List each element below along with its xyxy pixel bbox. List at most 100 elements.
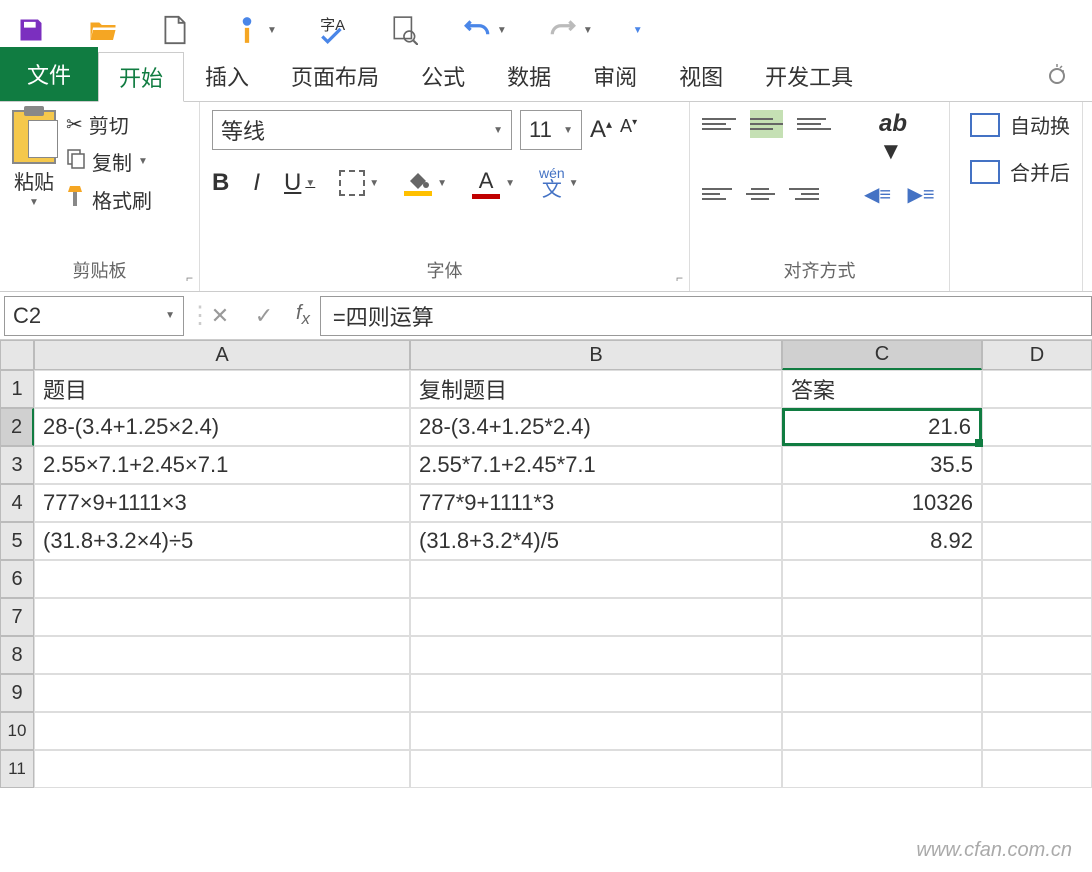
cell[interactable] [410, 636, 782, 674]
tell-me-button[interactable] [1026, 53, 1092, 101]
tab-layout[interactable]: 页面布局 [270, 51, 400, 101]
wrap-text-button[interactable]: 自动换 [970, 110, 1070, 139]
spellcheck-button[interactable]: 字A [317, 14, 349, 46]
orientation-button[interactable]: ab ▼ [879, 110, 937, 166]
copy-button[interactable]: 复制 ▼ [66, 147, 152, 176]
cell[interactable] [982, 522, 1092, 560]
cell[interactable]: 2.55*7.1+2.45*7.1 [410, 446, 782, 484]
cell[interactable]: (31.8+3.2*4)/5 [410, 522, 782, 560]
fx-icon[interactable]: fx [286, 302, 320, 329]
cell[interactable] [782, 560, 982, 598]
print-preview-button[interactable] [389, 14, 421, 46]
italic-button[interactable]: I [253, 169, 260, 197]
cancel-formula-button[interactable]: ✕ [198, 303, 242, 329]
align-left-button[interactable] [702, 180, 732, 208]
tab-home[interactable]: 开始 [98, 52, 184, 102]
cell[interactable] [982, 750, 1092, 788]
cell[interactable] [782, 674, 982, 712]
row-header[interactable]: 6 [0, 560, 34, 598]
cell[interactable] [782, 598, 982, 636]
cell[interactable] [34, 636, 410, 674]
decrease-font-button[interactable]: A▾ [620, 116, 637, 144]
dialog-launcher-icon[interactable]: ⌐ [186, 271, 193, 285]
tab-review[interactable]: 审阅 [572, 51, 658, 101]
bold-button[interactable]: B [212, 169, 229, 197]
cell[interactable] [982, 674, 1092, 712]
open-button[interactable] [87, 14, 119, 46]
row-header[interactable]: 10 [0, 712, 34, 750]
font-name-select[interactable]: 等线 ▼ [212, 110, 512, 150]
font-color-button[interactable]: A ▼ [471, 168, 515, 199]
border-button[interactable]: ▼ [339, 170, 379, 196]
cell[interactable]: 777*9+1111*3 [410, 484, 782, 522]
cell[interactable] [782, 750, 982, 788]
cell[interactable] [782, 636, 982, 674]
cell[interactable]: 答案 [782, 370, 982, 408]
cell[interactable]: 28-(3.4+1.25*2.4) [410, 408, 782, 446]
touch-mode-button[interactable]: ▼ [231, 14, 277, 46]
cell[interactable] [34, 674, 410, 712]
row-header[interactable]: 3 [0, 446, 34, 484]
row-header[interactable]: 5 [0, 522, 34, 560]
formula-input[interactable]: =四则运算 [320, 296, 1092, 336]
row-header[interactable]: 2 [0, 408, 34, 446]
select-all-corner[interactable] [0, 340, 34, 370]
align-right-button[interactable] [789, 180, 819, 208]
cell[interactable]: 777×9+1111×3 [34, 484, 410, 522]
redo-button[interactable]: ▼ [547, 14, 593, 46]
align-middle-button[interactable] [750, 110, 784, 138]
merge-cells-button[interactable]: 合并后 [970, 157, 1070, 186]
font-size-select[interactable]: 11 ▼ [520, 110, 582, 150]
increase-font-button[interactable]: A▴ [590, 116, 612, 144]
name-box[interactable]: C2 ▼ [4, 296, 184, 336]
column-header-d[interactable]: D [982, 340, 1092, 370]
cell[interactable] [34, 750, 410, 788]
row-header[interactable]: 9 [0, 674, 34, 712]
column-header-c[interactable]: C [782, 340, 982, 370]
cell[interactable] [410, 750, 782, 788]
cell[interactable] [982, 446, 1092, 484]
row-header[interactable]: 7 [0, 598, 34, 636]
cell[interactable]: 28-(3.4+1.25×2.4) [34, 408, 410, 446]
tab-data[interactable]: 数据 [486, 51, 572, 101]
cell[interactable]: (31.8+3.2×4)÷5 [34, 522, 410, 560]
accept-formula-button[interactable]: ✓ [242, 303, 286, 329]
cell[interactable]: 10326 [782, 484, 982, 522]
row-header[interactable]: 1 [0, 370, 34, 408]
phonetic-button[interactable]: wén文 ▼ [539, 166, 579, 200]
row-header[interactable]: 4 [0, 484, 34, 522]
cell[interactable] [982, 712, 1092, 750]
cell[interactable] [982, 560, 1092, 598]
underline-button[interactable]: U ▼ [284, 169, 315, 197]
tab-file[interactable]: 文件 [0, 47, 98, 101]
cell[interactable]: 2.55×7.1+2.45×7.1 [34, 446, 410, 484]
format-painter-button[interactable]: 格式刷 [66, 184, 152, 214]
cell[interactable] [782, 712, 982, 750]
save-button[interactable] [15, 14, 47, 46]
cell[interactable] [410, 598, 782, 636]
tab-developer[interactable]: 开发工具 [744, 51, 874, 101]
cell[interactable]: 35.5 [782, 446, 982, 484]
align-top-button[interactable] [702, 110, 736, 138]
cell[interactable] [34, 598, 410, 636]
cell[interactable] [982, 370, 1092, 408]
paste-button[interactable]: 粘贴 ▼ [12, 110, 56, 214]
cell[interactable] [410, 560, 782, 598]
cell[interactable] [410, 674, 782, 712]
cell[interactable] [982, 598, 1092, 636]
cell[interactable] [982, 636, 1092, 674]
undo-button[interactable]: ▼ [461, 14, 507, 46]
cell[interactable]: 8.92 [782, 522, 982, 560]
customize-qat-button[interactable]: ▼ [633, 25, 643, 36]
column-header-b[interactable]: B [410, 340, 782, 370]
cell-selected[interactable]: 21.6 [782, 408, 982, 446]
cell[interactable]: 复制题目 [410, 370, 782, 408]
new-button[interactable] [159, 14, 191, 46]
tab-formulas[interactable]: 公式 [400, 51, 486, 101]
tab-insert[interactable]: 插入 [184, 51, 270, 101]
decrease-indent-button[interactable]: ◀≡ [864, 180, 894, 208]
row-header[interactable]: 11 [0, 750, 34, 788]
cell[interactable] [410, 712, 782, 750]
cell[interactable]: 题目 [34, 370, 410, 408]
align-bottom-button[interactable] [797, 110, 831, 138]
